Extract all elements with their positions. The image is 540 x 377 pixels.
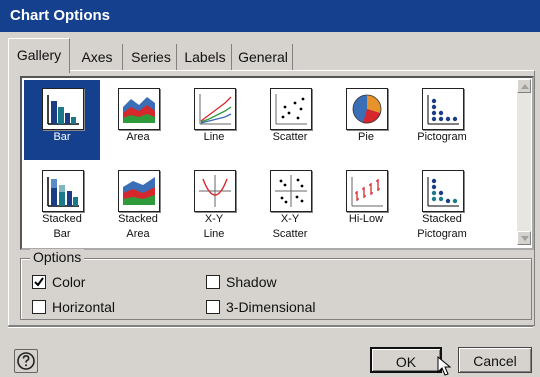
separator	[8, 326, 533, 328]
gallery-item-label: Line	[203, 131, 225, 143]
gallery-item-area[interactable]: Area	[100, 80, 176, 160]
help-icon	[17, 352, 35, 370]
three-dimensional-checkbox-label: 3-Dimensional	[226, 299, 316, 315]
gallery-item-label: X-Y Line	[203, 213, 225, 240]
gallery-item-label: Hi-Low	[348, 213, 384, 225]
gallery-item-label: X-Y Scatter	[272, 213, 308, 240]
gallery-item-label: Stacked Bar	[42, 213, 82, 240]
gallery-item-hi-low[interactable]: Hi-Low	[328, 162, 404, 242]
pie-chart-icon	[346, 88, 388, 130]
options-group-title: Options	[30, 249, 85, 265]
gallery-item-stacked-pictogram[interactable]: Stacked Pictogram	[404, 162, 480, 242]
tab-labels[interactable]: Labels	[179, 44, 232, 70]
ok-button[interactable]: OK	[370, 347, 442, 373]
line-chart-icon	[194, 88, 236, 130]
title-bar[interactable]: Chart Options	[0, 0, 540, 32]
gallery-item-label: Scatter	[272, 131, 308, 143]
gallery-item-label: Stacked Area	[118, 213, 158, 240]
stacked-pictogram-chart-icon	[422, 170, 464, 212]
tab-axes[interactable]: Axes	[72, 44, 123, 70]
scroll-up-button[interactable]	[517, 79, 531, 93]
gallery-item-label: Stacked Pictogram	[417, 213, 467, 240]
help-button[interactable]	[14, 349, 38, 373]
color-checkbox-label: Color	[52, 274, 86, 290]
gallery-scrollbar[interactable]	[517, 79, 531, 245]
scroll-down-button[interactable]	[517, 231, 531, 245]
tab-gallery[interactable]: Gallery	[8, 38, 70, 73]
gallery-item-pictogram[interactable]: Pictogram	[404, 80, 480, 160]
stacked-area-chart-icon	[118, 170, 160, 212]
gallery-item-scatter[interactable]: Scatter	[252, 80, 328, 160]
gallery-item-xy-scatter[interactable]: X-Y Scatter	[252, 162, 328, 242]
gallery-item-stacked-area[interactable]: Stacked Area	[100, 162, 176, 242]
tab-series[interactable]: Series	[126, 44, 177, 70]
xy-scatter-chart-icon	[270, 170, 312, 212]
gallery-item-line[interactable]: Line	[176, 80, 252, 160]
xy-line-chart-icon	[194, 170, 236, 212]
gallery-item-label: Bar	[53, 131, 71, 143]
gallery-item-label: Area	[126, 131, 150, 143]
hi-low-chart-icon	[346, 170, 388, 212]
stacked-bar-chart-icon	[42, 170, 84, 212]
scatter-chart-icon	[270, 88, 312, 130]
mouse-cursor-icon	[437, 356, 451, 376]
checkmark-icon	[34, 277, 44, 287]
horizontal-checkbox-label: Horizontal	[52, 299, 116, 315]
area-chart-icon	[118, 88, 160, 130]
gallery-item-xy-line[interactable]: X-Y Line	[176, 162, 252, 242]
tab-general[interactable]: General	[234, 44, 293, 70]
gallery-item-stacked-bar[interactable]: Stacked Bar	[24, 162, 100, 242]
gallery-item-label: Pictogram	[417, 131, 467, 143]
cancel-button[interactable]: Cancel	[458, 347, 532, 373]
gallery-item-label: Pie	[358, 131, 374, 143]
gallery-item-bar[interactable]: Bar	[24, 80, 100, 160]
gallery-item-pie[interactable]: Pie	[328, 80, 404, 160]
arrow-up-icon	[521, 84, 529, 89]
pictogram-chart-icon	[422, 88, 464, 130]
chart-gallery: Bar Area Line Scatter Pie Pictogram Stac…	[20, 76, 534, 250]
arrow-down-icon	[521, 236, 529, 241]
window-title: Chart Options	[10, 7, 110, 24]
shadow-checkbox-label: Shadow	[226, 274, 277, 290]
bar-chart-icon	[42, 88, 84, 130]
